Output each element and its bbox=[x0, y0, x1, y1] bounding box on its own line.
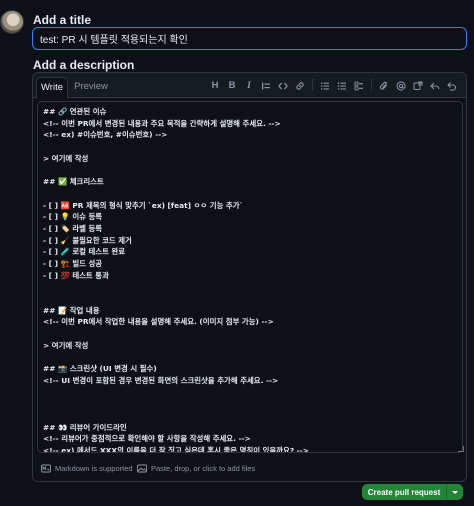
reference-button[interactable] bbox=[410, 77, 426, 94]
description-label: Add a description bbox=[33, 58, 135, 72]
numbered-list-icon bbox=[321, 82, 329, 90]
tab-write[interactable]: Write bbox=[36, 77, 68, 99]
attach-button[interactable] bbox=[376, 77, 392, 94]
editor-line: - [ ] 🆎 PR 제목의 형식 맞추기 `ex) [feat] ㅇㅇ 기능 … bbox=[43, 200, 244, 210]
title-input[interactable] bbox=[32, 27, 467, 50]
editor-footer: Markdown is supported Paste, drop, or cl… bbox=[33, 461, 466, 481]
attach-files[interactable]: Paste, drop, or click to add files bbox=[137, 464, 255, 473]
undo-button[interactable] bbox=[444, 77, 460, 94]
reply-icon bbox=[430, 82, 440, 89]
bulleted-list-icon bbox=[337, 81, 346, 90]
bulleted-list-button[interactable] bbox=[334, 77, 350, 94]
quote-button[interactable] bbox=[258, 77, 274, 94]
title-label: Add a title bbox=[33, 13, 92, 27]
description-textarea[interactable]: ## 🔗 연관된 이슈 <!-- 이번 PR에서 변경된 내용과 주요 목적을 간… bbox=[37, 101, 463, 453]
paperclip-icon bbox=[379, 81, 387, 90]
editor-line: ## 📝 작업 내용 bbox=[43, 305, 100, 315]
at-sign-icon bbox=[396, 80, 406, 90]
code-icon bbox=[278, 82, 288, 89]
editor-line: <!-- ex) 메서드 XXX의 이름을 더 잘 짓고 싶은데 혹시 좋은 명… bbox=[43, 445, 310, 453]
tab-preview[interactable]: Preview bbox=[71, 77, 111, 99]
markdown-icon bbox=[41, 464, 51, 473]
editor-line: - [ ] 🧹 불필요한 코드 제거 bbox=[43, 235, 132, 245]
cross-reference-icon bbox=[413, 81, 423, 90]
mention-button[interactable] bbox=[393, 77, 409, 94]
create-options-dropdown[interactable] bbox=[447, 484, 463, 500]
bold-button[interactable]: B bbox=[224, 77, 240, 94]
editor-line: - [ ] 🧪 로컬 테스트 완료 bbox=[43, 247, 126, 257]
editor-line: - [ ] 💯 테스트 통과 bbox=[43, 270, 109, 280]
create-pull-request-group: Create pull request bbox=[362, 484, 463, 500]
editor-line: - [ ] 🏷️ 라벨 등록 bbox=[43, 223, 103, 233]
editor-line: > 여기에 작성 bbox=[43, 153, 89, 163]
quote-icon bbox=[262, 82, 270, 89]
editor-toolbar: Write Preview H B I bbox=[33, 73, 466, 99]
editor-line: > 여기에 작성 bbox=[43, 340, 89, 350]
editor-line: - [ ] 💡 이슈 등록 bbox=[43, 212, 103, 222]
editor-line: ## 📸 스크린샷 (UI 변경 시 필수) bbox=[43, 364, 157, 374]
heading-button[interactable]: H bbox=[207, 77, 223, 94]
link-icon bbox=[296, 81, 304, 90]
editor-line: <!-- 이번 PR에서 변경된 내용과 주요 목적을 간략하게 설명해 주세요… bbox=[43, 118, 281, 128]
attach-label: Paste, drop, or click to add files bbox=[151, 464, 256, 473]
editor-line: - [ ] 🏗️ 빌드 성공 bbox=[43, 258, 103, 268]
description-body: ## 🔗 연관된 이슈 <!-- 이번 PR에서 변경된 내용과 주요 목적을 간… bbox=[43, 106, 457, 453]
toolbar-divider bbox=[371, 79, 372, 91]
toolbar-divider bbox=[312, 79, 313, 91]
link-button[interactable] bbox=[292, 77, 308, 94]
task-list-icon bbox=[354, 81, 363, 90]
editor-line: <!-- UI 변경이 포함된 경우 변경된 화면의 스크린샷을 추가해 주세요… bbox=[43, 375, 279, 385]
undo-icon bbox=[447, 81, 457, 91]
markdown-hint[interactable]: Markdown is supported bbox=[41, 464, 133, 473]
editor-line: <!-- 리뷰어가 중점적으로 확인해야 할 사항을 작성해 주세요. --> bbox=[43, 434, 251, 444]
editor-line: ## ✅ 체크리스트 bbox=[43, 177, 104, 187]
caret-down-icon bbox=[452, 490, 458, 494]
numbered-list-button[interactable] bbox=[317, 77, 333, 94]
description-editor: Write Preview H B I ## 🔗 연관된 이슈 <!-- 이번 … bbox=[32, 72, 467, 482]
image-icon bbox=[137, 464, 147, 473]
avatar bbox=[0, 10, 24, 34]
editor-line: <!-- 이번 PR에서 작업한 내용을 설명해 주세요. (이미지 첨부 가능… bbox=[43, 317, 274, 327]
italic-button[interactable]: I bbox=[241, 77, 257, 94]
editor-line: ## 👀 리뷰어 가이드라인 bbox=[43, 422, 127, 432]
markdown-label: Markdown is supported bbox=[55, 464, 133, 473]
editor-line: <!-- ex) #이슈번호, #이슈번호) --> bbox=[43, 130, 168, 140]
task-list-button[interactable] bbox=[351, 77, 367, 94]
code-button[interactable] bbox=[275, 77, 291, 94]
resize-handle[interactable] bbox=[458, 446, 464, 452]
create-pull-request-button[interactable]: Create pull request bbox=[362, 484, 447, 500]
editor-line: ## 🔗 연관된 이슈 bbox=[43, 107, 107, 116]
saved-replies-button[interactable] bbox=[427, 77, 443, 94]
